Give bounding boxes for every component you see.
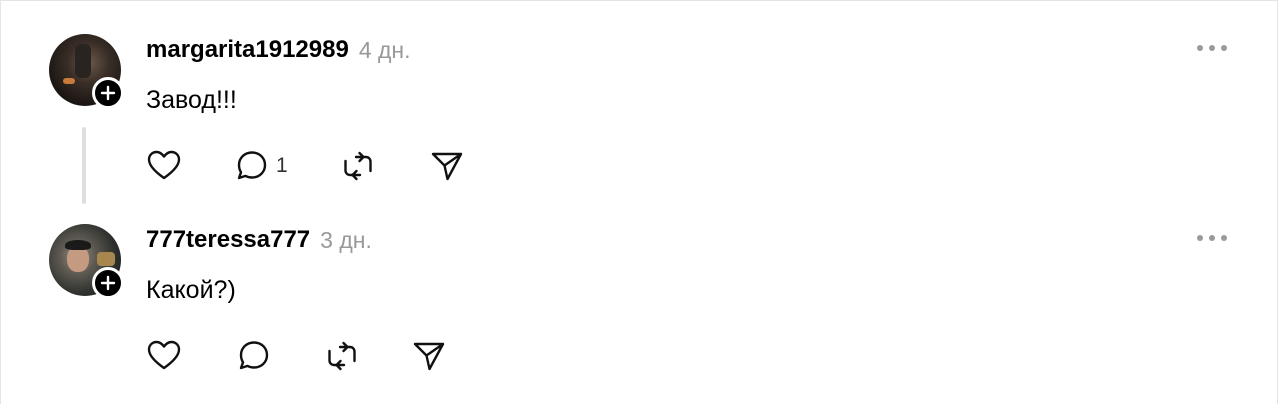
like-button[interactable] (146, 146, 182, 186)
username[interactable]: 777teressa777 (146, 226, 310, 254)
repost-icon (328, 341, 356, 371)
more-button[interactable] (1197, 232, 1227, 244)
comment-text: Какой?) (146, 276, 236, 304)
more-icon (1197, 45, 1203, 51)
send-icon (413, 342, 445, 371)
repost-button[interactable] (340, 146, 376, 186)
repost-icon (344, 151, 372, 181)
reply-count: 1 (276, 154, 288, 177)
more-button[interactable] (1197, 42, 1227, 54)
username[interactable]: margarita1912989 (146, 36, 349, 64)
comment-text: Завод!!! (146, 86, 237, 114)
comment-icon (237, 151, 267, 180)
like-button[interactable] (146, 336, 182, 376)
share-button[interactable] (429, 146, 465, 186)
follow-button[interactable] (92, 77, 124, 109)
share-button[interactable] (411, 336, 447, 376)
heart-icon (147, 340, 181, 370)
reply-button[interactable] (236, 336, 278, 376)
more-icon (1197, 235, 1203, 241)
heart-icon (147, 150, 181, 180)
timestamp[interactable]: 3 дн. (320, 227, 372, 254)
thread-line (82, 127, 86, 204)
timestamp[interactable]: 4 дн. (359, 37, 411, 64)
plus-icon (100, 85, 116, 101)
follow-button[interactable] (92, 267, 124, 299)
plus-icon (100, 275, 116, 291)
reply-button[interactable]: 1 (234, 146, 288, 186)
repost-button[interactable] (324, 336, 360, 376)
send-icon (431, 152, 463, 181)
comment-icon (239, 341, 269, 370)
